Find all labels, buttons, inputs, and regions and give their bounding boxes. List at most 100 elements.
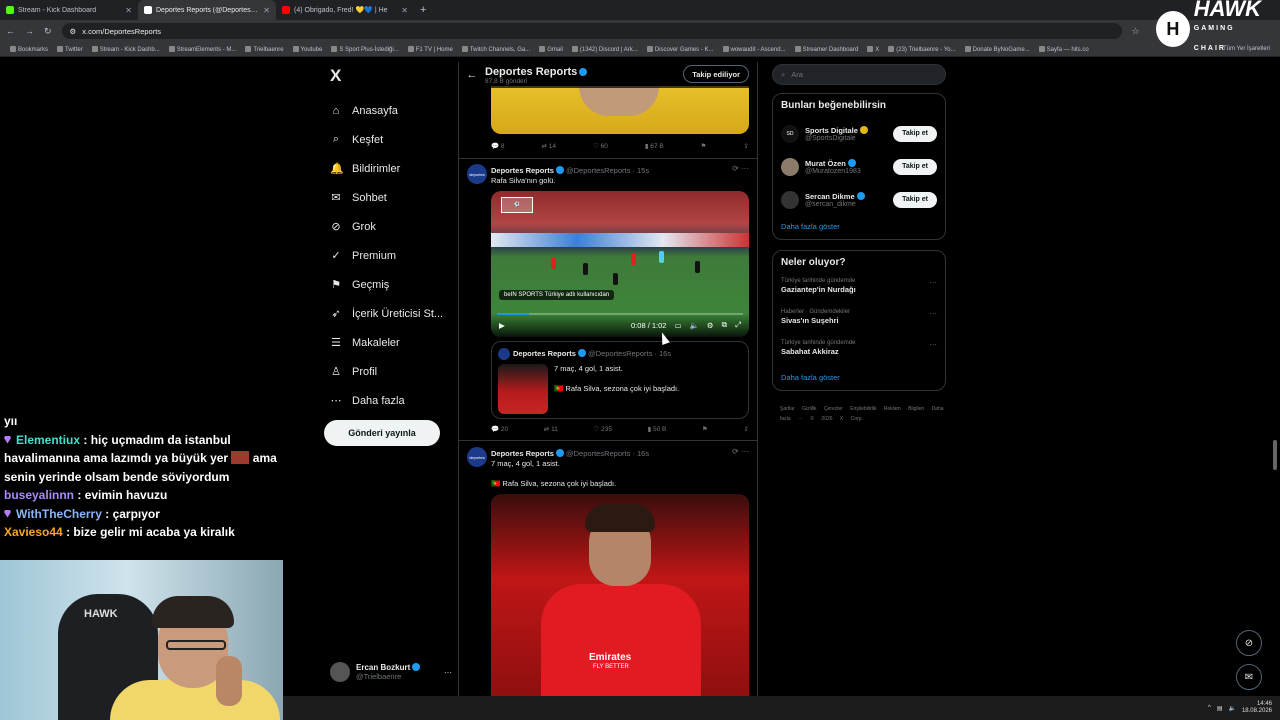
like-button[interactable]: ♡ 235 (593, 425, 612, 433)
show-more-link[interactable]: Daha fazla göster (781, 222, 937, 231)
bookmark-item[interactable]: Bookmarks (10, 45, 48, 53)
follow-button[interactable]: Takip et (893, 125, 937, 142)
bookmark-item[interactable]: (23) Trielbaenre - Yo... (888, 45, 956, 53)
views-button[interactable]: ▮ 67 B (645, 142, 664, 150)
browser-tab-youtube[interactable]: (4) Obrigado, Fred! 💛💙 | He ✕ (276, 0, 414, 20)
settings-icon[interactable]: ⚙ (707, 321, 714, 330)
trend-item[interactable]: Türkiye tarihinde gündemde Sabahat Akkira… (773, 336, 945, 367)
share-icon[interactable]: ⇪ (744, 425, 749, 433)
show-more-link[interactable]: Daha fazla göster (781, 373, 937, 382)
author-avatar[interactable]: deportes (467, 447, 487, 467)
url-field[interactable]: ⚙ x.com/DeportesReports (61, 23, 1122, 39)
nav-item-0[interactable]: ⌂ Anasayfa (322, 96, 452, 125)
nav-item-1[interactable]: ⌕ Keşfet (322, 125, 452, 154)
tweet-image[interactable]: Emirates FLY BETTER (491, 494, 749, 696)
x-logo-icon[interactable]: X (330, 66, 452, 86)
grok-button[interactable]: ⊘ (1236, 630, 1262, 656)
bookmark-item[interactable]: Gmail (539, 45, 563, 53)
more-options-icon[interactable]: ⟳ ··· (732, 447, 749, 456)
suggested-account[interactable]: Sercan Dikme @sercan_dikme Takip et (773, 183, 945, 216)
trend-more-icon[interactable]: ··· (929, 309, 937, 318)
bookmark-item[interactable]: Donate ByNoGame... (964, 45, 1030, 53)
video-credit-badge[interactable]: beIN SPORTS Türkiye adlı kullanıcıdan (499, 290, 615, 300)
video-player[interactable]: ⚽ beIN SPORTS Türkiye adlı kullanıcıdan … (491, 191, 749, 337)
bookmark-item[interactable]: Twitch Channels, Ga... (461, 45, 530, 53)
reply-button[interactable]: 💬 8 (491, 142, 505, 150)
bookmark-item[interactable]: wowaudit - Ascend... (722, 45, 786, 53)
nav-item-9[interactable]: ♙ Profil (322, 357, 452, 386)
bookmark-item[interactable]: Trielbaenre (245, 45, 284, 53)
back-icon[interactable]: ← (6, 26, 15, 36)
following-button[interactable]: Takip ediliyor (683, 65, 749, 83)
captions-icon[interactable]: ▭ (674, 321, 681, 330)
network-icon[interactable]: ▤ (1217, 705, 1223, 712)
nav-item-7[interactable]: ➶ İçerik Üreticisi St... (322, 299, 452, 328)
messages-button[interactable]: ✉ (1236, 664, 1262, 690)
account-switcher[interactable]: Ercan Bozkurt @Trielbaenre ··· (330, 662, 452, 682)
repost-button[interactable]: ⇄ 11 (544, 425, 558, 433)
quoted-tweet[interactable]: Deportes Reports @DeportesReports · 16s … (491, 341, 749, 419)
trend-more-icon[interactable]: ··· (929, 340, 937, 349)
nav-item-6[interactable]: ⚑ Geçmiş (322, 270, 452, 299)
new-tab-button[interactable]: + (420, 4, 426, 16)
bookmark-icon[interactable]: ⚑ (701, 142, 707, 150)
clock[interactable]: 14:46 18.08.2026 (1242, 701, 1272, 715)
bookmark-item[interactable]: Streamer Dashboard (794, 45, 858, 53)
nav-item-4[interactable]: ⊘ Grok (322, 212, 452, 241)
previous-post-image[interactable] (491, 86, 749, 134)
more-options-icon[interactable]: ⟳ ··· (732, 164, 749, 173)
suggested-account[interactable]: Murat Özen @Muratozen1983 Takip et (773, 150, 945, 183)
bookmark-item[interactable]: StreamElements - M... (168, 45, 236, 53)
volume-icon[interactable]: 🔈 (1228, 705, 1235, 712)
views-button[interactable]: ▮ 50 B (648, 425, 667, 433)
author-name[interactable]: Deportes Reports (491, 166, 554, 175)
repost-button[interactable]: ⇄ 14 (542, 142, 557, 150)
bookmark-item[interactable]: Stream - Kick Dashb... (91, 45, 160, 53)
pip-icon[interactable]: ⧉ (722, 320, 727, 330)
play-icon[interactable]: ▶ (499, 321, 505, 330)
browser-tab-x[interactable]: Deportes Reports (@DeportesRe ✕ (138, 0, 276, 20)
follow-button[interactable]: Takip et (893, 158, 937, 175)
forward-icon[interactable]: → (25, 26, 34, 36)
browser-tab-kick[interactable]: Stream - Kick Dashboard ✕ (0, 0, 138, 20)
close-tab-icon[interactable]: ✕ (263, 6, 270, 15)
fullscreen-icon[interactable]: ⤢ (735, 320, 741, 330)
scrollbar-thumb[interactable] (1273, 440, 1277, 470)
share-icon[interactable]: ⇪ (744, 142, 749, 150)
volume-icon[interactable]: 🔈 (690, 321, 699, 330)
reply-button[interactable]: 💬 20 (491, 425, 508, 433)
close-tab-icon[interactable]: ✕ (125, 6, 132, 15)
bookmark-icon[interactable]: ⚑ (702, 425, 708, 433)
trend-item[interactable]: Haberler · Gündemdekiler Sivas'ın Suşehri… (773, 305, 945, 336)
search-input[interactable]: ⌕ Ara (772, 64, 946, 85)
nav-item-2[interactable]: 🔔 Bildirimler (322, 154, 452, 183)
like-button[interactable]: ♡ 60 (593, 142, 608, 150)
bookmark-item[interactable]: X (867, 45, 879, 53)
account-menu-icon[interactable]: ··· (444, 668, 452, 677)
bookmark-item[interactable]: Youtube (292, 45, 322, 53)
bookmark-item[interactable]: Sayfa — hits.co (1038, 45, 1089, 53)
star-icon[interactable]: ☆ (1132, 26, 1140, 37)
trend-more-icon[interactable]: ··· (929, 278, 937, 287)
bookmark-item[interactable]: F1 TV | Home (407, 45, 453, 53)
author-avatar[interactable]: deportes (467, 164, 487, 184)
follow-button[interactable]: Takip et (893, 191, 937, 208)
nav-item-8[interactable]: ☰ Makaleler (322, 328, 452, 357)
reload-icon[interactable]: ↻ (44, 26, 52, 37)
bookmark-item[interactable]: Twitter (57, 45, 83, 53)
post-button[interactable]: Gönderi yayınla (324, 420, 440, 446)
nav-item-10[interactable]: ⋯ Daha fazla (322, 386, 452, 415)
site-info-icon[interactable]: ⚙ (70, 27, 77, 36)
bookmark-item[interactable]: (1342) Discord | Ark... (571, 45, 638, 53)
trend-item[interactable]: Türkiye tarihinde gündemde Gaziantep'in N… (773, 274, 945, 305)
nav-item-3[interactable]: ✉ Sohbet (322, 183, 452, 212)
back-arrow-icon[interactable]: ← (459, 69, 485, 81)
nav-item-5[interactable]: ✓ Premium (322, 241, 452, 270)
tray-chevron-icon[interactable]: ^ (1208, 705, 1211, 711)
bookmark-item[interactable]: S Sport Plus-İstediği... (331, 45, 399, 53)
footer-links[interactable]: Şartlar Gizlilik Çerezler Erişilebilirli… (780, 404, 950, 424)
close-tab-icon[interactable]: ✕ (401, 6, 408, 15)
author-name[interactable]: Deportes Reports (491, 449, 554, 458)
suggested-account[interactable]: SD Sports Digitale @SportsDigitale Takip et (773, 117, 945, 150)
bookmark-item[interactable]: Discover Games - K... (646, 45, 714, 53)
